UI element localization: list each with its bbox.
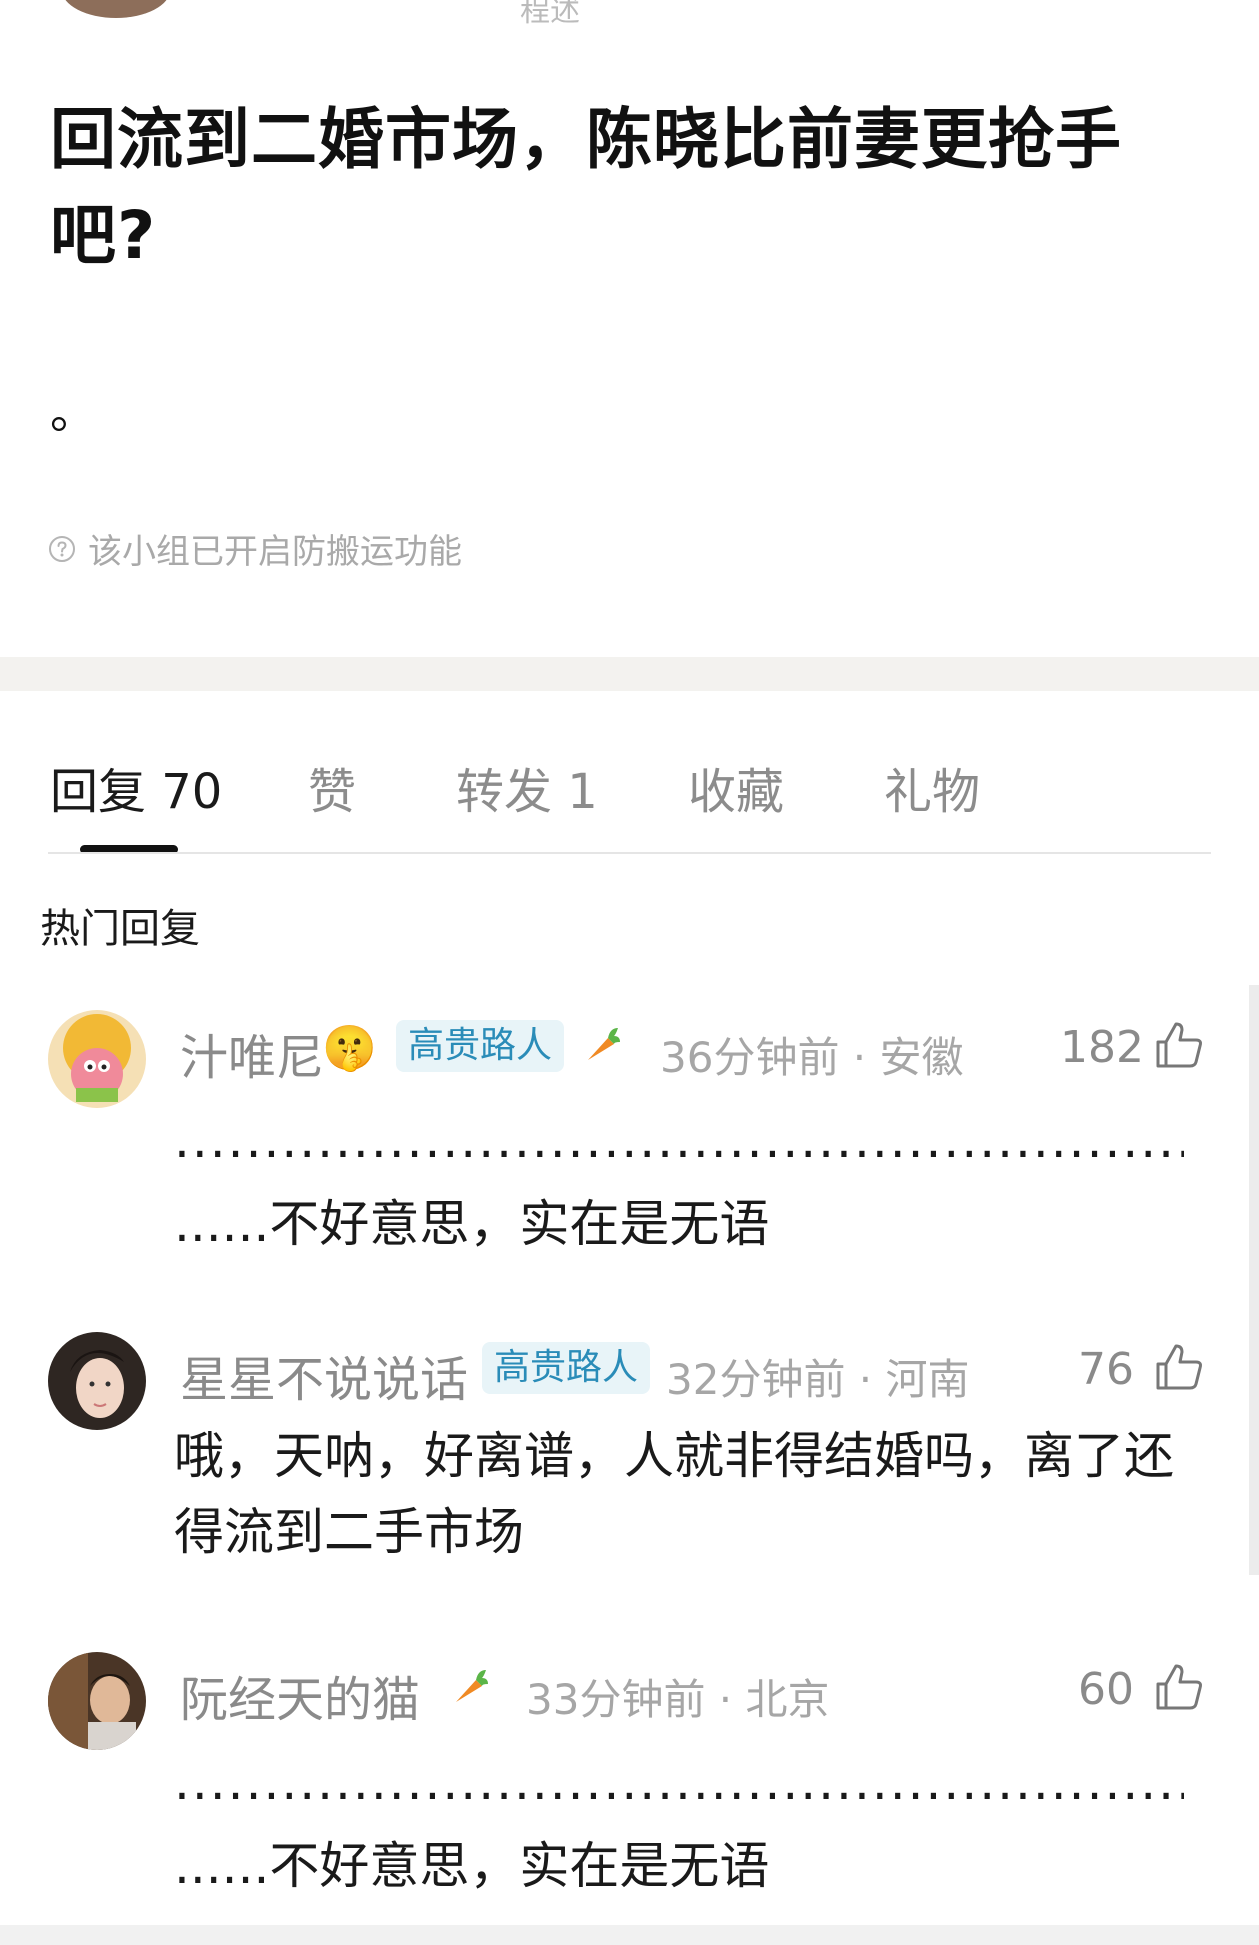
like-count: 76 xyxy=(1078,1344,1134,1395)
hot-replies-title: 热门回复 xyxy=(40,906,200,952)
tab-favorites[interactable]: 收藏 xyxy=(688,752,784,822)
tab-likes[interactable]: 赞 xyxy=(308,752,356,822)
anti-copy-note: 该小组已开启防搬运功能 xyxy=(48,524,462,573)
comment-text-line: ......不好意思，实在是无语 xyxy=(174,1837,770,1895)
scrollbar[interactable] xyxy=(1249,985,1259,1575)
avatar-image xyxy=(48,1010,146,1108)
tab-divider xyxy=(48,852,1211,854)
tab-bar: 回复 70 赞 转发 1 收藏 礼物 xyxy=(0,752,1259,820)
question-circle-icon[interactable] xyxy=(48,535,76,563)
thumbs-up-icon[interactable] xyxy=(1152,1660,1206,1714)
thumbs-up-icon[interactable] xyxy=(1152,1340,1206,1394)
commenter-name[interactable]: 阮经天的猫 xyxy=(180,1660,420,1730)
comment-text: 哦，天呐，好离谱，人就非得结婚吗，离了还得流到二手市场 xyxy=(174,1427,1174,1561)
thumbs-up-icon[interactable] xyxy=(1152,1018,1206,1072)
comment-meta: 36分钟前 · 安徽 xyxy=(660,1033,964,1082)
commenter-avatar[interactable] xyxy=(48,1010,146,1108)
post-title: 回流到二婚市场，陈晓比前妻更抢手吧? xyxy=(50,101,1122,274)
comment-text-line: ........................................… xyxy=(174,1753,1184,1811)
comment-text: ........................................… xyxy=(174,1744,1184,1904)
like-count: 60 xyxy=(1078,1664,1134,1715)
tab-gifts[interactable]: 礼物 xyxy=(884,752,980,822)
tab-replies[interactable]: 回复 70 xyxy=(50,752,222,822)
like-count: 182 xyxy=(1060,1022,1144,1073)
comment-text-line: ......不好意思，实在是无语 xyxy=(174,1195,770,1253)
carrot-icon xyxy=(588,1028,620,1060)
user-tag: 高贵路人 xyxy=(482,1342,651,1394)
bottom-strip xyxy=(0,1925,1259,1945)
user-tag: 高贵路人 xyxy=(396,1020,565,1072)
tab-reposts[interactable]: 转发 1 xyxy=(456,752,598,822)
post-body: 。 xyxy=(50,385,96,439)
avatar-image xyxy=(48,1652,146,1750)
shush-emoji-icon: 🤫 xyxy=(322,1023,377,1074)
commenter-avatar[interactable] xyxy=(48,1652,146,1750)
avatar-image xyxy=(48,1332,146,1430)
author-name[interactable]: 程述 xyxy=(520,0,580,30)
section-divider xyxy=(0,657,1259,691)
commenter-avatar[interactable] xyxy=(48,1332,146,1430)
commenter-name[interactable]: 汁唯尼 xyxy=(180,1018,324,1088)
anti-copy-text: 该小组已开启防搬运功能 xyxy=(88,532,462,572)
comment-text: ........................................… xyxy=(174,1102,1184,1262)
carrot-icon xyxy=(456,1670,488,1702)
comment-meta: 33分钟前 · 北京 xyxy=(526,1675,830,1724)
author-avatar[interactable] xyxy=(62,0,170,18)
commenter-name[interactable]: 星星不说说话 xyxy=(180,1340,468,1410)
comment-text-line: ........................................… xyxy=(174,1111,1184,1169)
comment-meta: 32分钟前 · 河南 xyxy=(666,1355,970,1404)
